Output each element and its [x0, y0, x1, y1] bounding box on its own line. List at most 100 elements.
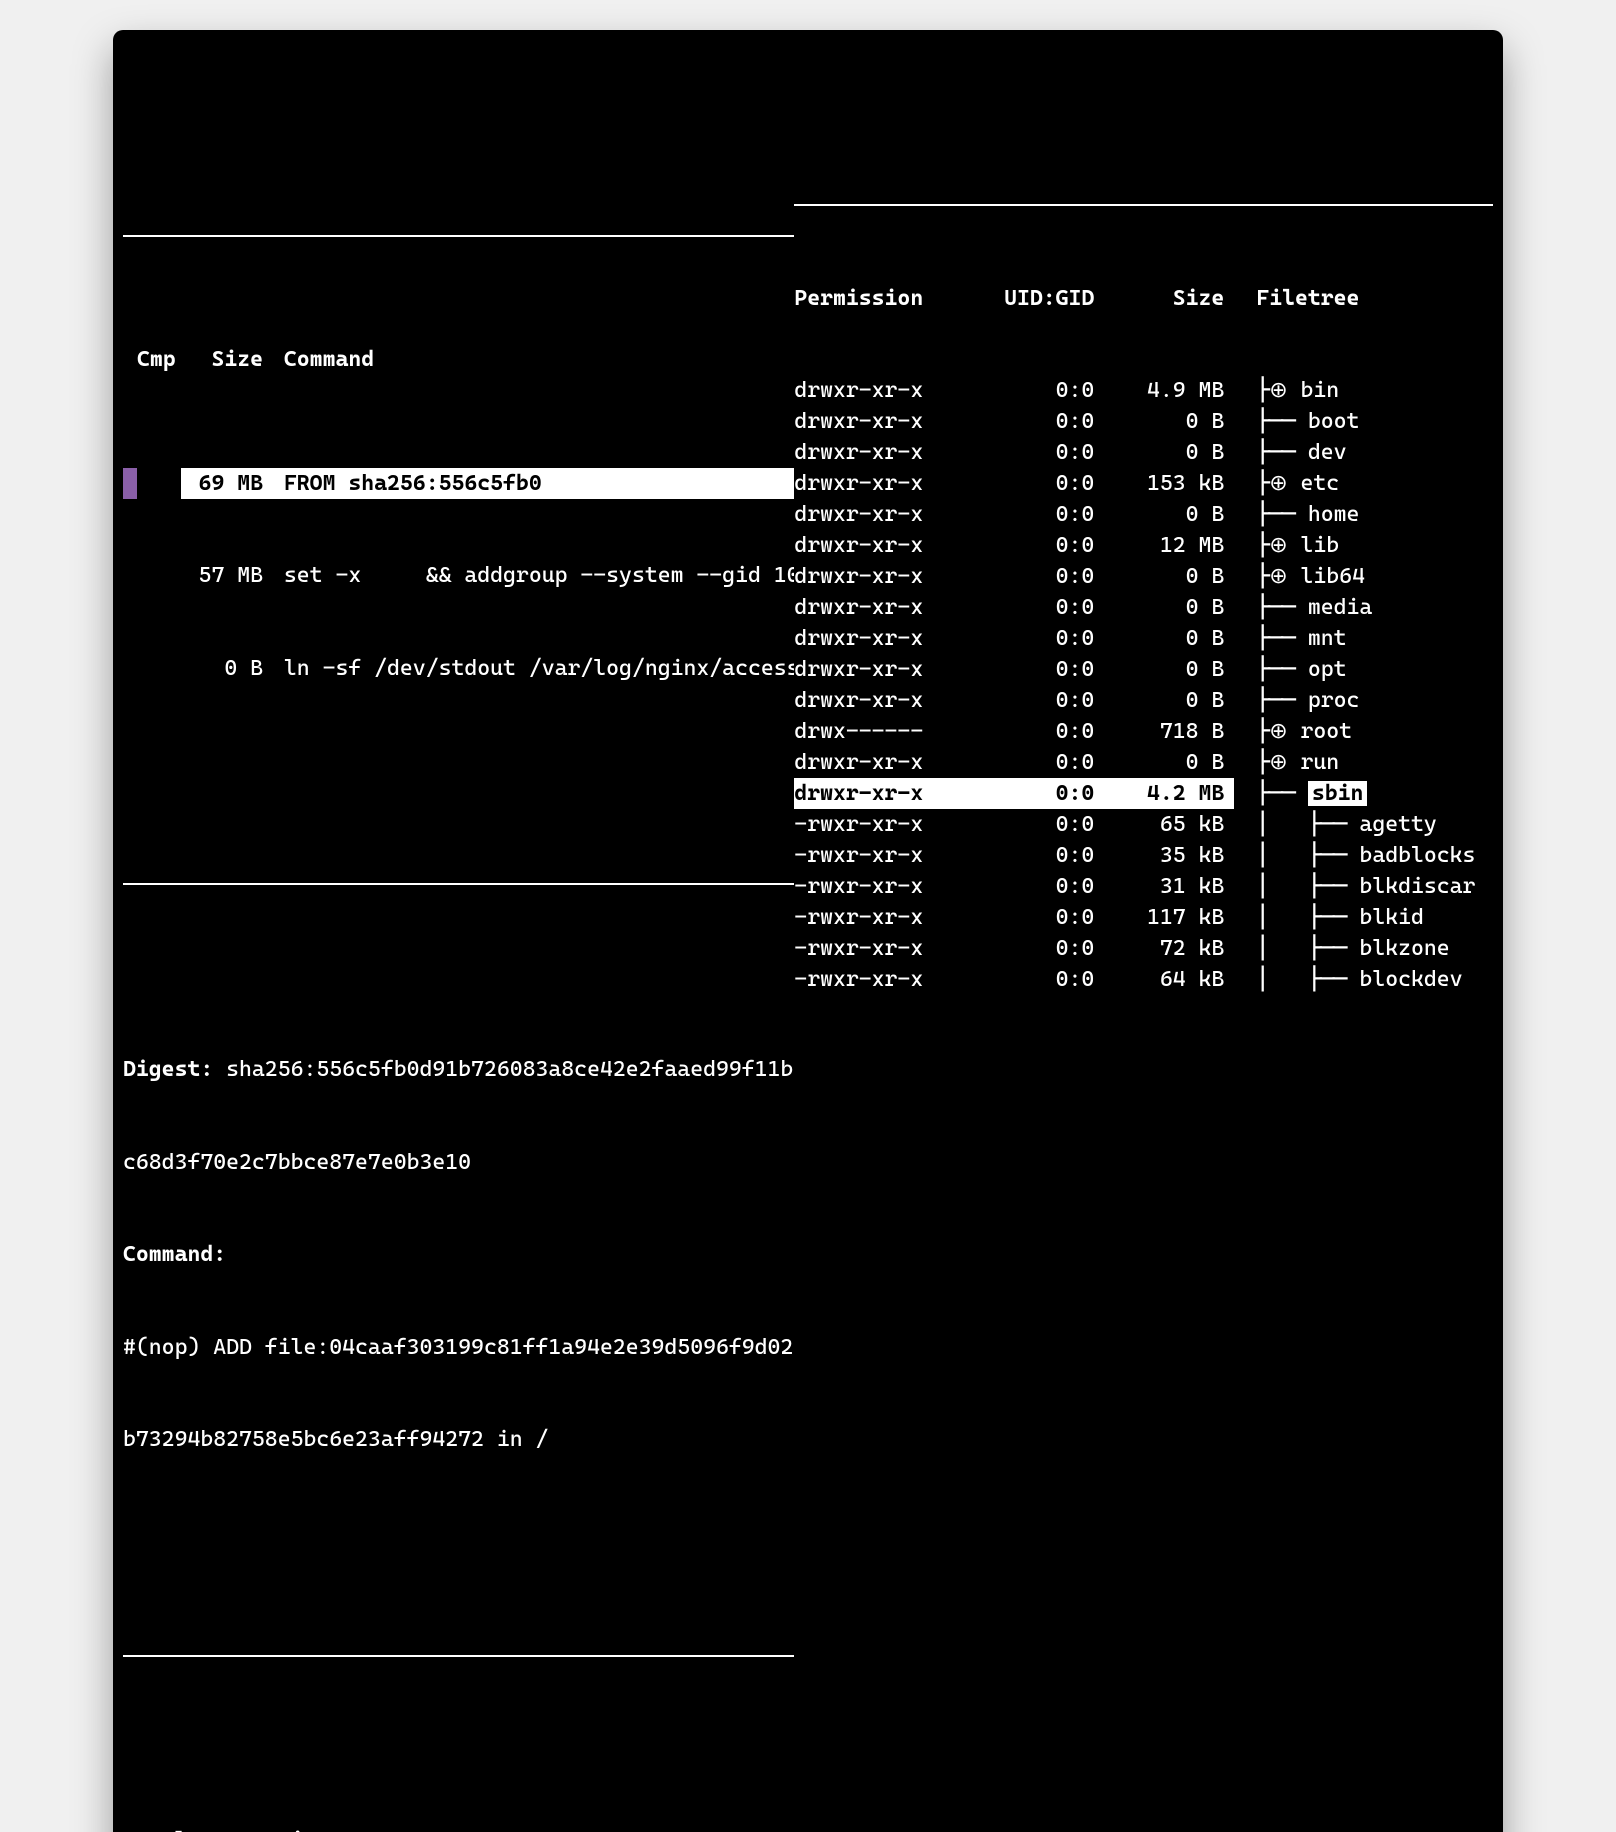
- file-size: 0 B: [1094, 623, 1234, 654]
- image-details-header: [Image Details]: [123, 1640, 794, 1671]
- filetree-row[interactable]: -rwxr-xr-x0:064 kB│ ├── blockdev: [794, 964, 1493, 995]
- file-name: │ ├── badblocks: [1234, 840, 1493, 871]
- filetree-row[interactable]: -rwxr-xr-x0:035 kB│ ├── badblocks: [794, 840, 1493, 871]
- filetree-row[interactable]: -rwxr-xr-x0:072 kB│ ├── blkzone: [794, 933, 1493, 964]
- filetree-row[interactable]: drwxr-xr-x0:00 B├⊕ run: [794, 747, 1493, 778]
- file-size: 0 B: [1094, 499, 1234, 530]
- file-name: ├── media: [1234, 592, 1493, 623]
- file-permission: drwxr-xr-x: [794, 623, 964, 654]
- file-uidgid: 0:0: [964, 902, 1094, 933]
- file-uidgid: 0:0: [964, 685, 1094, 716]
- tree-prefix: ├──: [1256, 781, 1308, 806]
- layer-details-header: [Layer Details]: [123, 869, 794, 900]
- command-line1: #(nop) ADD file:04caaf303199c81ff1a94e2e…: [123, 1332, 794, 1363]
- file-uidgid: 0:0: [964, 375, 1094, 406]
- file-name: ├⊕ lib: [1234, 530, 1493, 561]
- filetree-row[interactable]: drwxr-xr-x0:012 MB├⊕ lib: [794, 530, 1493, 561]
- file-name: ├── opt: [1234, 654, 1493, 685]
- file-permission: drwxr-xr-x: [794, 654, 964, 685]
- file-name: ├⊕ etc: [1234, 468, 1493, 499]
- file-size: 0 B: [1094, 747, 1234, 778]
- filetree-row[interactable]: drwxr-xr-x0:00 B├── dev: [794, 437, 1493, 468]
- layer-command: FROM sha256:556c5fb0: [284, 471, 542, 496]
- filetree-row[interactable]: drwxr-xr-x0:00 B├⊕ lib64: [794, 561, 1493, 592]
- file-permission: drwxr-xr-x: [794, 406, 964, 437]
- file-name: ├── boot: [1234, 406, 1493, 437]
- file-size: 35 kB: [1094, 840, 1234, 871]
- file-uidgid: 0:0: [964, 530, 1094, 561]
- file-size: 65 kB: [1094, 809, 1234, 840]
- file-size: 0 B: [1094, 561, 1234, 592]
- file-size: 0 B: [1094, 592, 1234, 623]
- layer-cmp-marker: [123, 468, 137, 499]
- file-size: 0 B: [1094, 654, 1234, 685]
- file-permission: -rwxr-xr-x: [794, 809, 964, 840]
- filetree-row[interactable]: drwx------0:0718 B├⊕ root: [794, 716, 1493, 747]
- file-permission: drwxr-xr-x: [794, 561, 964, 592]
- filetree-row[interactable]: -rwxr-xr-x0:031 kB│ ├── blkdiscar: [794, 871, 1493, 902]
- file-name: ├⊕ lib64: [1234, 561, 1493, 592]
- file-name: ├── dev: [1234, 437, 1493, 468]
- total-size: Total Image size: 126 MB: [123, 1825, 794, 1832]
- file-uidgid: 0:0: [964, 623, 1094, 654]
- col-permission: Permission: [794, 283, 964, 314]
- file-size: 12 MB: [1094, 530, 1234, 561]
- file-size: 72 kB: [1094, 933, 1234, 964]
- filetree-header: [ Current Layer Contents]: [794, 190, 1493, 221]
- filetree-row[interactable]: drwxr-xr-x0:00 B├── media: [794, 592, 1493, 623]
- file-name: ├⊕ bin: [1234, 375, 1493, 406]
- filetree-row[interactable]: drwxr-xr-x0:00 B├── proc: [794, 685, 1493, 716]
- file-permission: -rwxr-xr-x: [794, 871, 964, 902]
- file-size: 4.2 MB: [1094, 778, 1234, 809]
- filetree-row[interactable]: drwxr-xr-x0:00 B├── mnt: [794, 623, 1493, 654]
- col-cmp: Cmp: [137, 344, 181, 375]
- file-uidgid: 0:0: [964, 592, 1094, 623]
- file-name: │ ├── blockdev: [1234, 964, 1493, 995]
- file-size: 117 kB: [1094, 902, 1234, 933]
- file-uidgid: 0:0: [964, 499, 1094, 530]
- file-name: ├── home: [1234, 499, 1493, 530]
- layers-columns: Cmp Size Command: [123, 344, 794, 375]
- layers-header: [Layers]: [123, 221, 794, 252]
- filetree-row[interactable]: drwxr-xr-x0:0153 kB├⊕ etc: [794, 468, 1493, 499]
- layer-size: 57 MB: [181, 560, 271, 591]
- file-permission: drwxr-xr-x: [794, 747, 964, 778]
- layer-command: set -x && addgroup --system --gid 10: [284, 563, 794, 588]
- filetree-row[interactable]: -rwxr-xr-x0:065 kB│ ├── agetty: [794, 809, 1493, 840]
- terminal-window: [Layers] Cmp Size Command 69 MB FROM sha…: [113, 30, 1503, 1832]
- file-permission: drwxr-xr-x: [794, 468, 964, 499]
- file-uidgid: 0:0: [964, 406, 1094, 437]
- filetree-row[interactable]: drwxr-xr-x0:00 B├── boot: [794, 406, 1493, 437]
- file-uidgid: 0:0: [964, 871, 1094, 902]
- digest-line: Digest: sha256:556c5fb0d91b726083a8ce42e…: [123, 1054, 794, 1085]
- layer-row[interactable]: 69 MB FROM sha256:556c5fb0: [123, 468, 794, 499]
- file-permission: drwx------: [794, 716, 964, 747]
- filetree-row[interactable]: drwxr-xr-x0:04.9 MB├⊕ bin: [794, 375, 1493, 406]
- file-permission: drwxr-xr-x: [794, 685, 964, 716]
- file-permission: -rwxr-xr-x: [794, 902, 964, 933]
- filetree-row[interactable]: drwxr-xr-x0:04.2 MB├── sbin: [794, 778, 1493, 809]
- file-uidgid: 0:0: [964, 933, 1094, 964]
- file-size: 153 kB: [1094, 468, 1234, 499]
- filetree-row[interactable]: drwxr-xr-x0:00 B├── home: [794, 499, 1493, 530]
- filetree-row[interactable]: -rwxr-xr-x0:0117 kB│ ├── blkid: [794, 902, 1493, 933]
- layer-row[interactable]: 57 MB set -x && addgroup --system --gid …: [123, 560, 794, 591]
- command-label: Command:: [123, 1239, 794, 1270]
- file-size: 4.9 MB: [1094, 375, 1234, 406]
- file-name: ├⊕ run: [1234, 747, 1493, 778]
- file-name: ├── proc: [1234, 685, 1493, 716]
- file-uidgid: 0:0: [964, 561, 1094, 592]
- col-command: Command: [284, 347, 374, 372]
- file-permission: -rwxr-xr-x: [794, 840, 964, 871]
- file-name: │ ├── blkid: [1234, 902, 1493, 933]
- col-uidgid: UID:GID: [964, 283, 1094, 314]
- filetree-pane[interactable]: [ Current Layer Contents] Permission UID…: [794, 128, 1493, 1832]
- col-fsize: Size: [1094, 283, 1234, 314]
- layer-row[interactable]: 0 B ln -sf /dev/stdout /var/log/nginx/ac…: [123, 653, 794, 684]
- file-uidgid: 0:0: [964, 778, 1094, 809]
- file-permission: drwxr-xr-x: [794, 375, 964, 406]
- file-name: ├── mnt: [1234, 623, 1493, 654]
- filetree-row[interactable]: drwxr-xr-x0:00 B├── opt: [794, 654, 1493, 685]
- layers-pane[interactable]: [Layers] Cmp Size Command 69 MB FROM sha…: [123, 128, 794, 1832]
- file-uidgid: 0:0: [964, 654, 1094, 685]
